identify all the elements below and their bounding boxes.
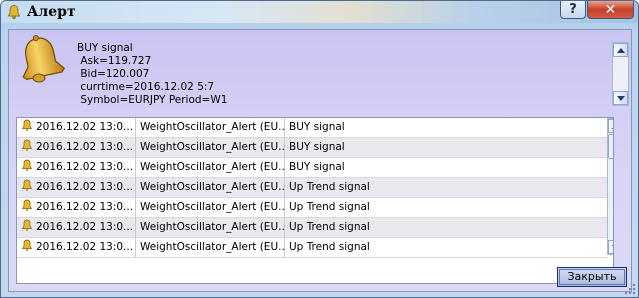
table-row[interactable]: 2016.12.02 13:0... WeightOscillator_Aler… (17, 178, 607, 198)
message-cell: BUY signal (289, 161, 345, 173)
message-cell: BUY signal (289, 121, 345, 133)
window-title: Алерт (27, 4, 76, 20)
bell-icon (21, 199, 33, 212)
list-scrollbar[interactable] (607, 118, 613, 255)
time-cell: 2016.12.02 13:0... (17, 118, 136, 137)
bell-icon (21, 219, 33, 232)
time-text: 2016.12.02 13:0... (36, 181, 134, 193)
message-cell: Up Trend signal (289, 181, 370, 193)
table-row[interactable]: 2016.12.02 13:0... WeightOscillator_Aler… (17, 198, 607, 218)
bell-icon (21, 179, 33, 192)
time-cell: 2016.12.02 13:0... (17, 158, 136, 177)
title-bar[interactable]: Алерт ? ✕ (1, 1, 638, 23)
arrow-up-icon (616, 47, 625, 53)
help-label: ? (569, 2, 577, 17)
bell-icon (21, 119, 33, 132)
table-row[interactable]: 2016.12.02 13:0... WeightOscillator_Aler… (17, 238, 607, 258)
arrow-up-icon (611, 123, 613, 129)
help-button[interactable]: ? (560, 1, 586, 19)
time-text: 2016.12.02 13:0... (36, 241, 134, 253)
time-text: 2016.12.02 13:0... (36, 121, 134, 133)
scroll-up-button[interactable] (613, 43, 628, 57)
message-line: BUY signal (77, 42, 133, 54)
close-icon: ✕ (604, 1, 617, 18)
expert-cell: WeightOscillator_Alert (EU... (136, 178, 285, 197)
time-text: 2016.12.02 13:0... (36, 141, 134, 153)
arrow-down-icon (611, 244, 613, 250)
table-row[interactable]: 2016.12.02 13:0... WeightOscillator_Aler… (17, 118, 607, 138)
scroll-thumb[interactable] (608, 134, 613, 159)
alert-message: BUY signal Ask=119.727 Bid=120.007 currt… (77, 42, 227, 107)
time-cell: 2016.12.02 13:0... (17, 218, 136, 237)
bell-icon (21, 159, 33, 172)
expert-cell: WeightOscillator_Alert (EU... (136, 118, 285, 137)
resize-grip-icon[interactable] (624, 283, 636, 295)
message-cell: BUY signal (289, 141, 345, 153)
expert-cell: WeightOscillator_Alert (EU... (136, 238, 285, 257)
expert-cell: WeightOscillator_Alert (EU... (136, 158, 285, 177)
message-cell: Up Trend signal (289, 241, 370, 253)
time-cell: 2016.12.02 13:0... (17, 238, 136, 257)
time-cell: 2016.12.02 13:0... (17, 198, 136, 217)
scroll-up-button[interactable] (608, 119, 613, 133)
close-button[interactable]: Закрыть (557, 267, 627, 287)
table-row[interactable]: 2016.12.02 13:0... WeightOscillator_Aler… (17, 158, 607, 178)
time-text: 2016.12.02 13:0... (36, 221, 134, 233)
time-cell: 2016.12.02 13:0... (17, 178, 136, 197)
bell-icon (21, 139, 33, 152)
alert-window: Алерт ? ✕ BUY signal Ask=119.727 Bid=120… (0, 0, 639, 298)
table-row[interactable]: 2016.12.02 13:0... WeightOscillator_Aler… (17, 218, 607, 238)
time-cell: 2016.12.02 13:0... (17, 138, 136, 157)
alerts-list[interactable]: 2016.12.02 13:0... WeightOscillator_Aler… (16, 117, 614, 284)
expert-cell: WeightOscillator_Alert (EU... (136, 198, 285, 217)
scroll-down-button[interactable] (608, 240, 613, 254)
arrow-down-icon (616, 95, 625, 101)
expert-cell: WeightOscillator_Alert (EU... (136, 138, 285, 157)
bell-icon (22, 35, 66, 83)
time-text: 2016.12.02 13:0... (36, 201, 134, 213)
table-row[interactable]: 2016.12.02 13:0... WeightOscillator_Aler… (17, 138, 607, 158)
message-cell: Up Trend signal (289, 201, 370, 213)
bell-icon (21, 239, 33, 252)
scroll-down-button[interactable] (613, 91, 628, 105)
bell-icon (7, 5, 21, 20)
message-line: Symbol=EURJPY Period=W1 (77, 94, 228, 106)
time-text: 2016.12.02 13:0... (36, 161, 134, 173)
client-area: BUY signal Ask=119.727 Bid=120.007 currt… (8, 29, 632, 292)
message-line: Ask=119.727 (77, 55, 152, 67)
message-cell: Up Trend signal (289, 221, 370, 233)
message-line: currtime=2016.12.02 5:7 (77, 81, 215, 93)
message-scrollbar[interactable] (612, 42, 629, 106)
message-line: Bid=120.007 (77, 68, 150, 80)
close-window-button[interactable]: ✕ (587, 1, 634, 19)
expert-cell: WeightOscillator_Alert (EU... (136, 218, 285, 237)
